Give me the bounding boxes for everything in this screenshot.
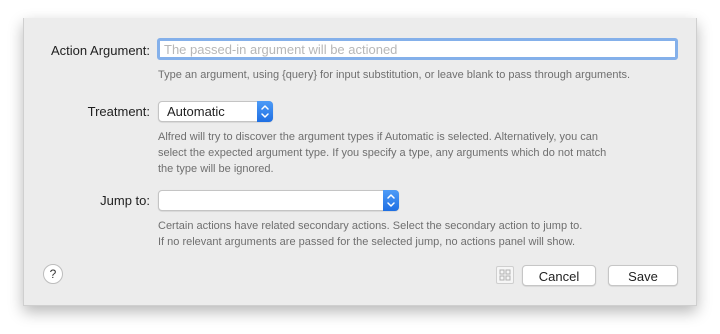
treatment-selected-value: Automatic	[167, 104, 225, 119]
save-button[interactable]: Save	[608, 265, 678, 286]
up-down-chevron-icon	[257, 101, 273, 122]
up-down-chevron-icon	[383, 190, 399, 211]
action-argument-hint: Type an argument, using {query} for inpu…	[158, 69, 631, 81]
jump-to-label: Jump to:	[100, 193, 150, 208]
jump-to-hint-line: Certain actions have related secondary a…	[158, 220, 583, 232]
action-sheet: Action Argument: Type an argument, using…	[23, 18, 697, 306]
jump-to-hint: Certain actions have related secondary a…	[158, 218, 582, 250]
treatment-hint-line: the type will be ignored.	[158, 163, 274, 175]
action-argument-input[interactable]	[157, 38, 678, 60]
cancel-button[interactable]: Cancel	[522, 265, 596, 286]
treatment-hint: Alfred will try to discover the argument…	[158, 129, 606, 177]
treatment-hint-line: Alfred will try to discover the argument…	[158, 131, 598, 143]
help-button[interactable]: ?	[43, 264, 63, 284]
action-argument-label: Action Argument:	[51, 43, 150, 58]
grid-icon[interactable]	[496, 266, 514, 284]
jump-to-popup[interactable]	[158, 190, 399, 211]
treatment-label: Treatment:	[87, 104, 150, 119]
treatment-popup[interactable]: Automatic	[158, 101, 273, 122]
jump-to-hint-line: If no relevant arguments are passed for …	[158, 236, 576, 248]
question-mark-icon: ?	[49, 267, 57, 281]
treatment-hint-line: select the expected argument type. If yo…	[158, 147, 607, 159]
